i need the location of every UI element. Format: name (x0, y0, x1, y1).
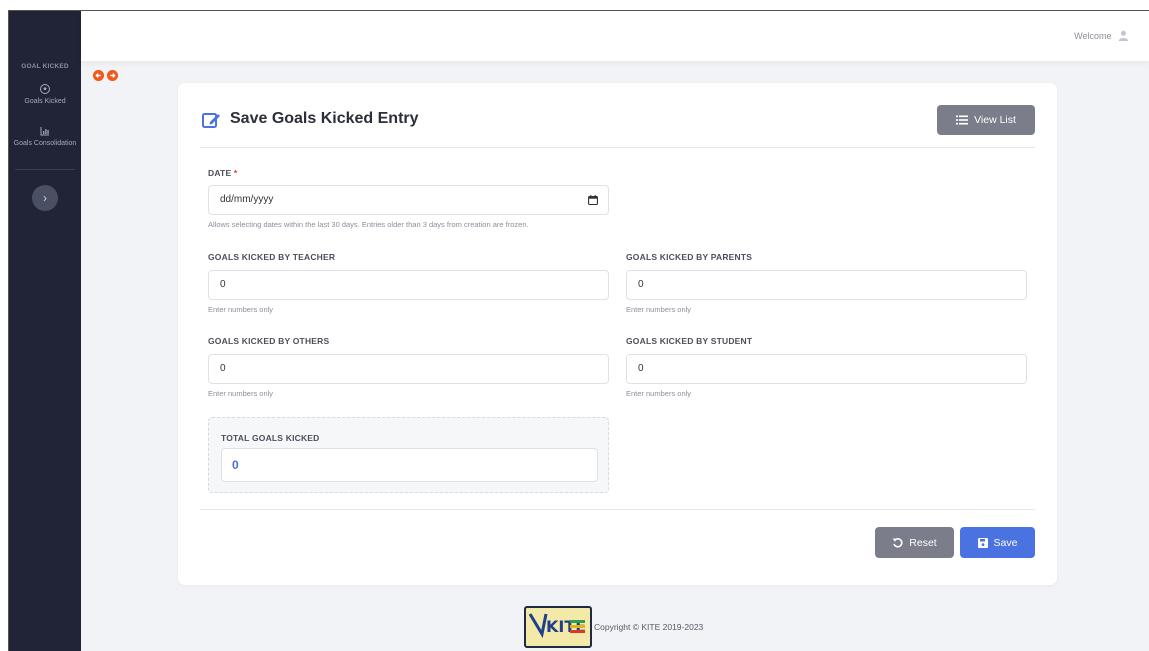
sidebar-item-goals-kicked[interactable]: Goals Kicked (9, 83, 81, 106)
app-frame: GOAL KICKED Goals Kicked Goals Consolida… (8, 10, 1149, 651)
view-list-button[interactable]: View List (937, 105, 1035, 135)
sidebar-divider (15, 169, 75, 170)
welcome-menu[interactable]: Welcome (1074, 30, 1129, 41)
sidebar-toggle-button[interactable]: › (32, 185, 58, 211)
reset-button[interactable]: Reset (875, 527, 954, 558)
total-label: TOTAL GOALS KICKED (221, 433, 320, 443)
total-goals-panel: TOTAL GOALS KICKED 0 (208, 417, 609, 493)
chevron-right-icon: › (43, 191, 47, 205)
logo-bar (570, 620, 585, 623)
field-hint: Enter numbers only (626, 389, 692, 398)
save-label: Save (993, 536, 1018, 549)
date-input[interactable]: dd/mm/yyyy (208, 185, 609, 215)
page-title-text: Save Goals Kicked Entry (230, 110, 419, 127)
total-goals-value: 0 (221, 448, 598, 482)
date-label-text: DATE (208, 168, 232, 178)
logo-bar (570, 630, 585, 633)
sidebar-item-goals-consolidation[interactable]: Goals Consolidation (9, 125, 81, 148)
reset-label: Reset (909, 536, 937, 549)
header-divider (200, 147, 1035, 148)
kite-logo: KITE (524, 606, 592, 648)
arrow-right-icon[interactable] (107, 70, 118, 81)
top-bar: Welcome (81, 11, 1149, 61)
field-label: GOALS KICKED BY TEACHER (208, 252, 336, 262)
calendar-icon[interactable] (588, 195, 598, 205)
field-hint: Enter numbers only (626, 305, 692, 314)
user-icon (1118, 30, 1129, 41)
field-hint: Enter numbers only (208, 305, 274, 314)
view-list-label: View List (974, 114, 1016, 126)
parents-goals-input[interactable]: 0 (626, 270, 1027, 300)
sidebar: GOAL KICKED Goals Kicked Goals Consolida… (9, 11, 81, 651)
date-hint: Allows selecting dates within the last 3… (208, 220, 529, 229)
field-label: GOALS KICKED BY OTHERS (208, 336, 330, 346)
soccer-ball-icon (40, 84, 50, 94)
entry-card: Save Goals Kicked Entry View List DATE *… (178, 83, 1057, 585)
page-title: Save Goals Kicked Entry (202, 110, 419, 128)
teacher-goals-input[interactable]: 0 (208, 270, 609, 300)
student-goals-input[interactable]: 0 (626, 354, 1027, 384)
date-label: DATE * (208, 168, 237, 178)
logo-bar (570, 625, 585, 628)
page-nav-arrows (93, 70, 118, 81)
sidebar-item-label: Goals Kicked (24, 98, 66, 105)
field-label: GOALS KICKED BY PARENTS (626, 252, 753, 262)
date-placeholder: dd/mm/yyyy (220, 194, 274, 205)
copyright-text: Copyright © KITE 2019-2023 (594, 622, 704, 632)
logo-swoosh-icon (528, 613, 548, 639)
page-footer: KITE Copyright © KITE 2019-2023 (524, 606, 703, 648)
bar-chart-icon (40, 127, 49, 136)
field-label: GOALS KICKED BY STUDENT (626, 336, 753, 346)
arrow-left-icon[interactable] (93, 70, 104, 81)
undo-icon (892, 538, 903, 548)
welcome-text: Welcome (1074, 31, 1112, 41)
required-mark: * (233, 168, 238, 178)
floppy-disk-icon (977, 537, 988, 548)
footer-divider (200, 509, 1035, 510)
edit-icon (202, 112, 220, 128)
sidebar-item-label: Goals Consolidation (13, 140, 77, 147)
others-goals-input[interactable]: 0 (208, 354, 609, 384)
list-icon (956, 115, 969, 125)
field-hint: Enter numbers only (208, 389, 274, 398)
sidebar-brand: GOAL KICKED (21, 63, 69, 70)
save-button[interactable]: Save (960, 527, 1035, 558)
